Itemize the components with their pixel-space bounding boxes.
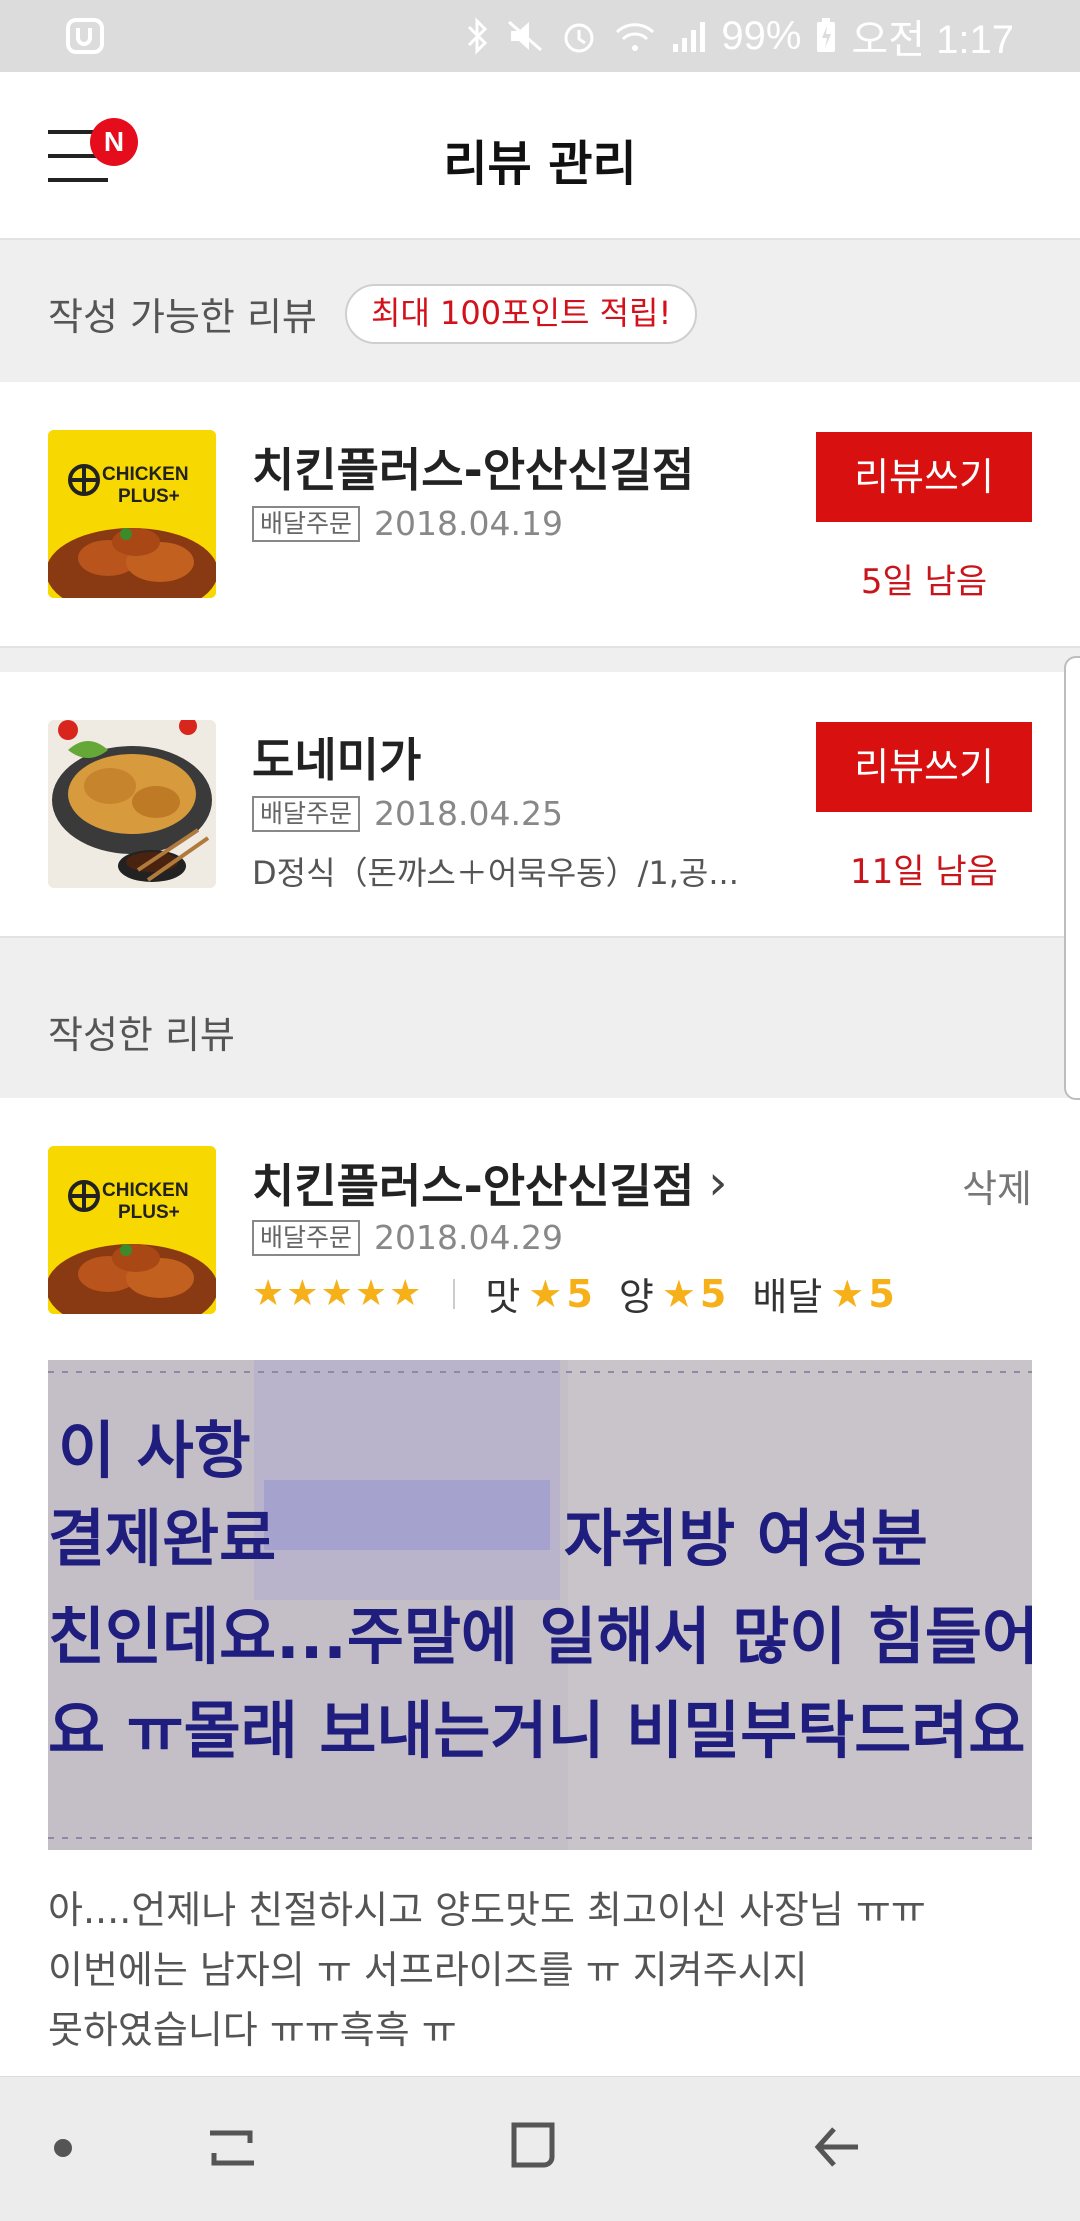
logo-text-2: PLUS+ (118, 1202, 180, 1223)
order-meta: 배달주문 2018.04.19 (252, 504, 563, 543)
days-remaining: 5일 남음 (860, 562, 988, 602)
rating-divider (453, 1278, 456, 1309)
back-icon[interactable] (810, 2113, 866, 2183)
review-card: CHICKEN PLUS+ 치킨플러스-안산신길점 배달주문 2018.04.1… (0, 382, 1080, 648)
rating-quantity: 양 ★ 5 (619, 1266, 727, 1321)
store-thumbnail: CHICKEN PLUS+ (48, 1146, 216, 1314)
clock: 오전 1:17 (851, 18, 1014, 62)
order-date: 2018.04.25 (374, 794, 563, 833)
store-name: 치킨플러스-안산신길점 (252, 1159, 695, 1213)
rating-label: 맛 (485, 1275, 521, 1319)
rating-label: 배달 (752, 1275, 823, 1319)
write-review-button[interactable]: 리뷰쓰기 (816, 722, 1032, 812)
overall-stars: ★★★★★ (252, 1273, 424, 1314)
bluetooth-icon (468, 17, 488, 55)
store-thumbnail: CHICKEN PLUS+ (48, 430, 216, 598)
order-meta: 배달주문 2018.04.25 (252, 794, 563, 833)
review-text-line: 이번에는 남자의 ㅠ 서프라이즈를 ㅠ 지켜주시지 (48, 1948, 808, 1992)
order-menu: D정식（돈까스＋어묵우동）/1,공... (252, 854, 739, 892)
page-title: 리뷰 관리 (443, 136, 637, 192)
rating-value: 5 (566, 1271, 593, 1316)
delete-button[interactable]: 삭제 (962, 1158, 1032, 1213)
uplus-app-icon (66, 18, 104, 54)
photo-text-line: 친인데요...주말에 일해서 많이 힘들어하 (48, 1600, 1032, 1673)
store-thumbnail (48, 720, 216, 888)
photo-text-line: 이 사항 (58, 1414, 251, 1487)
rating-value: 5 (868, 1271, 895, 1316)
written-section-header: 작성한 리뷰 (0, 938, 1080, 1098)
mute-icon (508, 20, 543, 52)
store-name: 도네미가 (252, 733, 422, 787)
logo-text-1: CHICKEN (102, 1180, 189, 1201)
status-bar: 99% 오전 1:17 (0, 0, 1080, 72)
chevron-right-icon: › (708, 1155, 728, 1211)
battery-percent: 99% (721, 13, 802, 58)
promo-badge: 최대 100포인트 적립! (345, 284, 698, 344)
rating-taste: 맛 ★ 5 (485, 1266, 593, 1321)
star-icon: ★ (830, 1271, 865, 1316)
order-type-tag: 배달주문 (252, 1219, 361, 1256)
order-type-tag: 배달주문 (252, 505, 361, 542)
days-remaining: 11일 남음 (850, 852, 998, 892)
order-date: 2018.04.29 (374, 1218, 563, 1257)
review-text-line: 아....언제나 친절하시고 양도맛도 최고이신 사장님 ㅠㅠ (48, 1888, 926, 1932)
rating-delivery: 배달 ★ 5 (752, 1266, 894, 1321)
rating-value: 5 (699, 1271, 727, 1316)
signal-icon (673, 22, 706, 52)
donkatsu-photo (48, 720, 216, 888)
write-review-button[interactable]: 리뷰쓰기 (816, 432, 1032, 522)
card-separator (0, 648, 1080, 672)
battery-charging-icon (817, 18, 836, 52)
order-date: 2018.04.19 (374, 504, 563, 543)
section-title: 작성 가능한 리뷰 (48, 295, 317, 339)
review-photo[interactable]: 이 사항 결제완료 자취방 여성분 친인데요...주말에 일해서 많이 힘들어하… (48, 1360, 1032, 1850)
order-type-tag: 배달주문 (252, 795, 361, 832)
review-body: 아....언제나 친절하시고 양도맛도 최고이신 사장님 ㅠㅠ 이번에는 남자의… (48, 1880, 1032, 2060)
photo-text-line: 결제완료 (48, 1502, 276, 1575)
home-icon[interactable] (506, 2113, 562, 2183)
writable-section-header: 작성 가능한 리뷰 최대 100포인트 적립! (0, 240, 1080, 382)
logo-text-1: CHICKEN (102, 464, 189, 485)
star-icon: ★ (661, 1271, 696, 1316)
chicken-plus-logo: CHICKEN PLUS+ (48, 430, 216, 598)
store-link[interactable]: 치킨플러스-안산신길점 › (252, 1150, 728, 1216)
alarm-icon (564, 23, 594, 53)
dot-icon[interactable] (50, 2135, 76, 2161)
rating-label: 양 (618, 1275, 654, 1319)
photo-text-line: 자취방 여성분 (564, 1502, 928, 1575)
star-icon: ★ (528, 1271, 563, 1316)
photo-text-line: 요 ㅠ몰래 보내는거니 비밀부탁드려요 ㅋ (48, 1694, 1032, 1767)
chicken-plus-logo: CHICKEN PLUS+ (48, 1146, 216, 1314)
review-text-line: 못하였습니다 ㅠㅠ흑흑 ㅠ (48, 2008, 457, 2052)
app-bar: N 리뷰 관리 (0, 72, 1080, 240)
section-title: 작성한 리뷰 (48, 1013, 235, 1057)
recent-apps-icon[interactable] (204, 2113, 260, 2183)
edge-panel-handle[interactable] (1064, 656, 1080, 1100)
wifi-icon (616, 23, 655, 51)
receipt-note-image: 이 사항 결제완료 자취방 여성분 친인데요...주말에 일해서 많이 힘들어하… (48, 1360, 1032, 1850)
logo-text-2: PLUS+ (118, 486, 180, 507)
system-nav-bar (0, 2076, 1080, 2221)
review-card: 도네미가 배달주문 2018.04.25 D정식（돈까스＋어묵우동）/1,공..… (0, 672, 1080, 938)
order-meta: 배달주문 2018.04.29 (252, 1218, 563, 1257)
rating-row: ★★★★★ 맛 ★ 5 양 ★ 5 배달 ★ 5 (252, 1266, 921, 1321)
store-name: 치킨플러스-안산신길점 (252, 443, 695, 497)
